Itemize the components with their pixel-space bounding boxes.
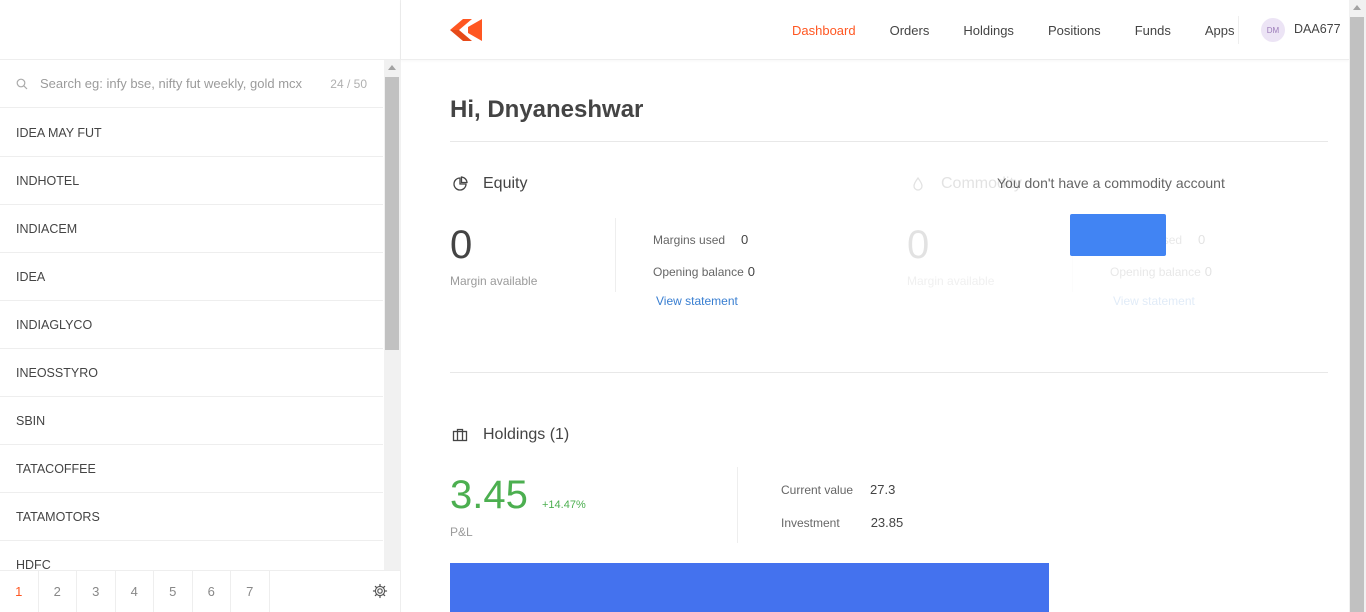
watchlist-item[interactable]: HDFC: [0, 541, 383, 571]
watchlist-page-3[interactable]: 3: [77, 571, 116, 612]
pie-chart-icon: [453, 176, 468, 191]
dashboard-main: Hi, Dnyaneshwar Equity 0 Margin availabl…: [450, 60, 1328, 612]
instrument-name: TATACOFFEE: [16, 461, 96, 476]
equity-title-text: Equity: [483, 175, 528, 192]
watchlist-pager: 1 2 3 4 5 6 7: [0, 570, 401, 612]
holdings-divider: [737, 467, 738, 543]
holdings-pnl-percent: +14.47%: [542, 499, 586, 511]
holdings-investment: Investment 23.85: [781, 515, 903, 530]
watchlist-page-7[interactable]: 7: [231, 571, 270, 612]
opening-balance-label: Opening balance: [653, 265, 744, 279]
nav-dashboard[interactable]: Dashboard: [792, 23, 856, 38]
holdings-pnl-label: P&L: [450, 525, 473, 539]
watchlist-page-2[interactable]: 2: [39, 571, 77, 612]
commodity-opening-balance: Opening balance 0: [1110, 264, 1212, 279]
investment-label: Investment: [781, 516, 840, 530]
current-value-label: Current value: [781, 483, 854, 497]
top-header: Dashboard Orders Holdings Positions Fund…: [401, 0, 1349, 60]
equity-margins-used: Margins used 0: [653, 232, 748, 247]
watchlist-item[interactable]: TATAMOTORS: [0, 493, 383, 541]
scroll-up-arrow-icon[interactable]: [388, 65, 396, 70]
commodity-margin-available-label: Margin available: [907, 274, 995, 288]
equity-margin-available: 0: [450, 223, 473, 267]
no-commodity-account-message: You don't have a commodity account: [997, 175, 1225, 191]
instrument-name: INDIAGLYCO: [16, 317, 93, 332]
equity-view-statement-link[interactable]: View statement: [656, 294, 738, 308]
holdings-pnl: 3.45: [450, 473, 528, 517]
divider: [450, 141, 1328, 142]
search-bar: 24 / 50: [0, 60, 383, 108]
margins-used-value: 0: [1198, 232, 1206, 247]
watchlist-item[interactable]: INEOSSTYRO: [0, 349, 383, 397]
watchlist-item[interactable]: INDIACEM: [0, 205, 383, 253]
commodity-view-statement-link: View statement: [1113, 294, 1195, 308]
instrument-name: INDHOTEL: [16, 173, 80, 188]
gear-icon[interactable]: [372, 583, 388, 599]
watchlist: IDEA MAY FUT INDHOTEL INDIACEM IDEA INDI…: [0, 109, 383, 570]
drop-icon: [913, 176, 923, 191]
nav-funds[interactable]: Funds: [1135, 23, 1171, 38]
divider: [450, 372, 1328, 373]
nav-positions[interactable]: Positions: [1048, 23, 1101, 38]
kite-logo-icon[interactable]: [450, 19, 482, 41]
briefcase-icon: [452, 428, 468, 442]
kite-dashboard: 24 / 50 IDEA MAY FUT INDHOTEL INDIACEM I…: [0, 0, 1366, 612]
margins-used-value: 0: [741, 232, 749, 247]
instrument-name: IDEA: [16, 269, 46, 284]
equity-margin-available-label: Margin available: [450, 274, 538, 288]
watchlist-page-1[interactable]: 1: [0, 571, 39, 612]
avatar[interactable]: DM: [1261, 18, 1285, 42]
watchlist-page-5[interactable]: 5: [154, 571, 193, 612]
holdings-section-title: Holdings (1): [452, 426, 569, 444]
watchlist-count: 24 / 50: [330, 76, 367, 91]
main-nav: Dashboard Orders Holdings Positions Fund…: [792, 0, 1268, 60]
watchlist-item[interactable]: INDHOTEL: [0, 157, 383, 205]
instrument-name: INDIACEM: [16, 221, 78, 236]
nav-orders[interactable]: Orders: [890, 23, 930, 38]
instrument-name: TATAMOTORS: [16, 509, 100, 524]
watchlist-item[interactable]: IDEA MAY FUT: [0, 109, 383, 157]
watchlist-scrollbar[interactable]: [384, 60, 401, 570]
open-commodity-account-button[interactable]: [1070, 214, 1166, 256]
scroll-up-arrow-icon[interactable]: [1353, 5, 1361, 10]
equity-divider: [615, 218, 616, 292]
opening-balance-value: 0: [747, 264, 755, 279]
margins-used-label: Margins used: [653, 233, 726, 247]
holdings-value-bar: [450, 563, 1049, 612]
watchlist-page-6[interactable]: 6: [193, 571, 231, 612]
instrument-name: IDEA MAY FUT: [16, 125, 102, 140]
opening-balance-value: 0: [1204, 264, 1212, 279]
watchlist-item[interactable]: SBIN: [0, 397, 383, 445]
opening-balance-label: Opening balance: [1110, 265, 1201, 279]
instrument-name: HDFC: [16, 557, 51, 571]
holdings-title-text: Holdings (1): [483, 426, 570, 443]
search-input[interactable]: [40, 76, 320, 91]
page-scrollbar[interactable]: [1349, 0, 1366, 612]
nav-apps[interactable]: Apps: [1205, 23, 1235, 38]
commodity-margin-available: 0: [907, 223, 930, 267]
holdings-current-value: Current value 27.3: [781, 482, 895, 497]
equity-section-title: Equity: [452, 175, 527, 193]
search-icon: [16, 78, 28, 89]
nav-divider: [1238, 16, 1239, 44]
current-value-amount: 27.3: [870, 482, 896, 497]
sidebar-header: [0, 0, 400, 60]
watchlist-item[interactable]: IDEA: [0, 253, 383, 301]
user-id[interactable]: DAA677: [1294, 22, 1341, 36]
watchlist-item[interactable]: INDIAGLYCO: [0, 301, 383, 349]
equity-opening-balance: Opening balance 0: [653, 264, 755, 279]
watchlist-item[interactable]: TATACOFFEE: [0, 445, 383, 493]
scrollbar-thumb[interactable]: [385, 77, 399, 350]
investment-amount: 23.85: [870, 515, 904, 530]
nav-holdings[interactable]: Holdings: [963, 23, 1014, 38]
instrument-name: SBIN: [16, 413, 46, 428]
watchlist-page-4[interactable]: 4: [116, 571, 154, 612]
marketwatch-sidebar: 24 / 50 IDEA MAY FUT INDHOTEL INDIACEM I…: [0, 0, 401, 612]
greeting-title: Hi, Dnyaneshwar: [450, 96, 644, 123]
instrument-name: INEOSSTYRO: [16, 365, 98, 380]
page-scrollbar-thumb[interactable]: [1350, 17, 1364, 612]
